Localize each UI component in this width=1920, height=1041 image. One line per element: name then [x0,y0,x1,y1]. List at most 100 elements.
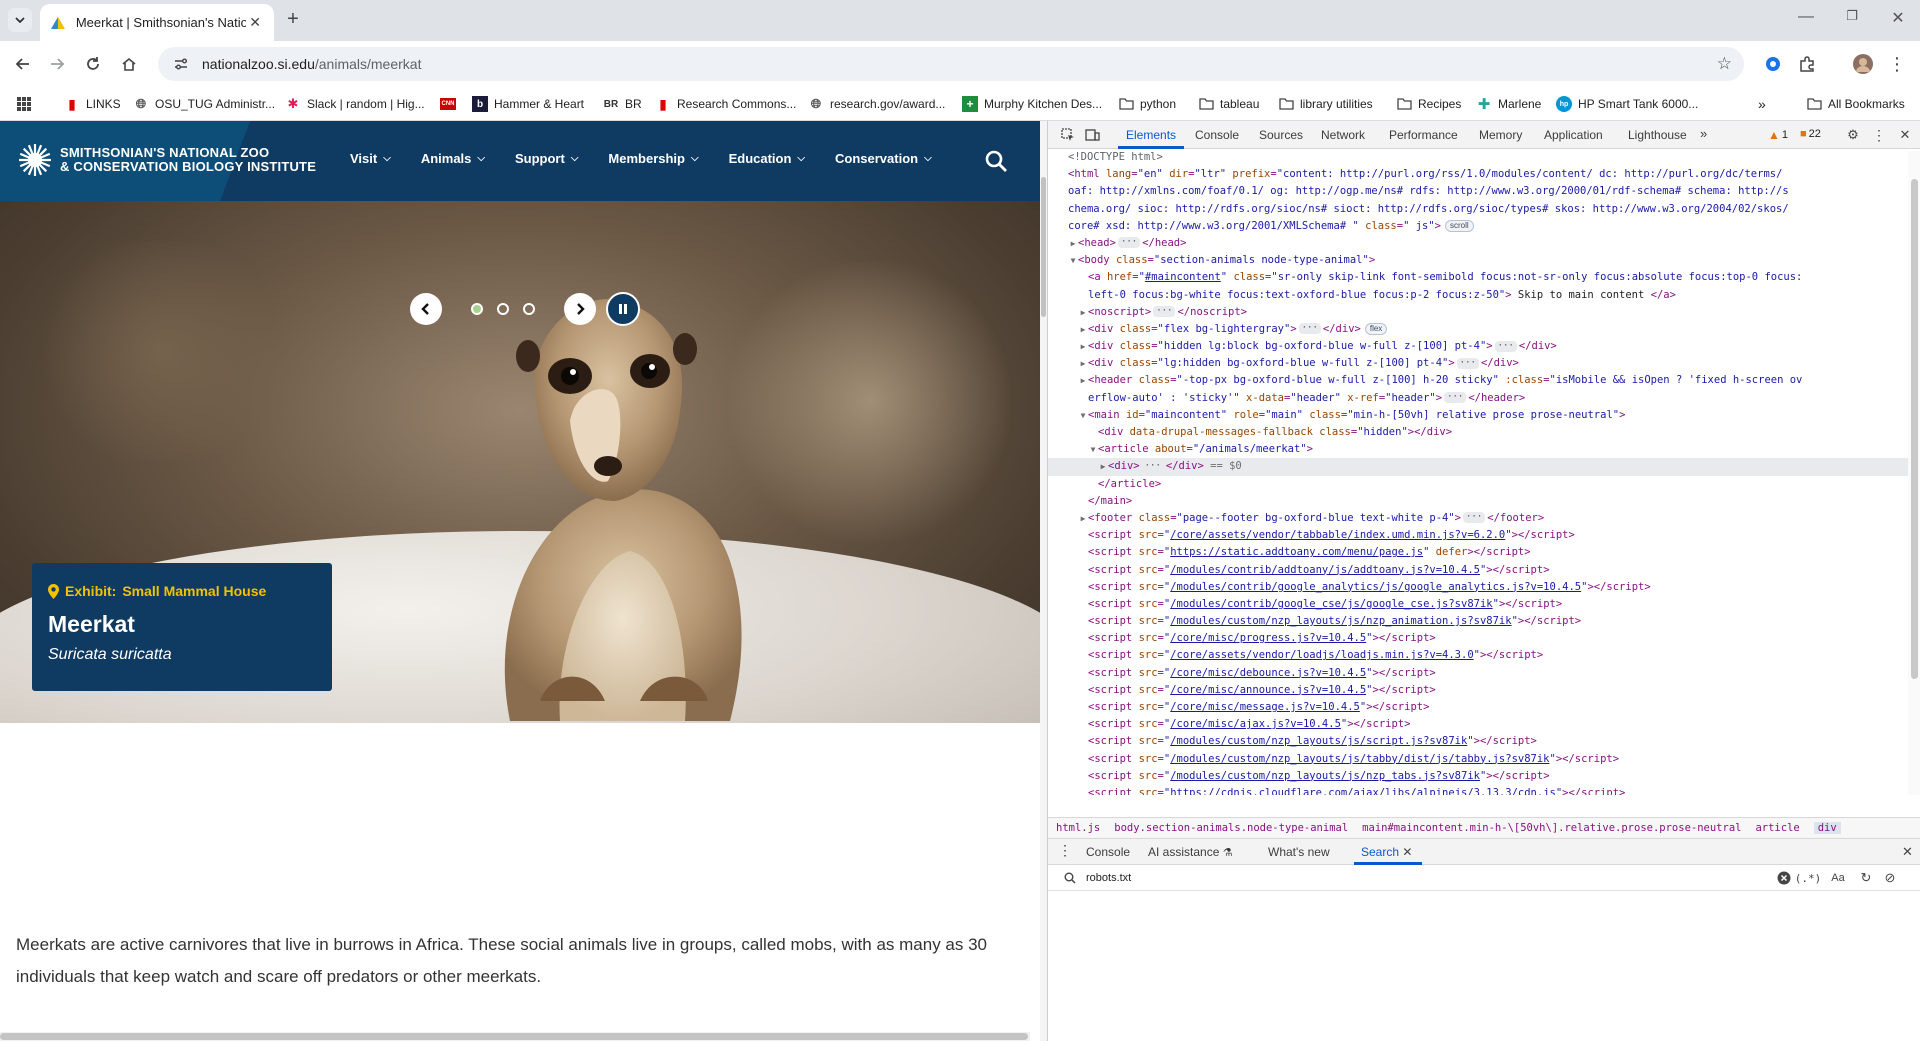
dom-node-script[interactable]: <script src="/core/misc/debounce.js?v=10… [1048,665,1908,682]
dom-node-script[interactable]: <script src="/core/assets/vendor/tabbabl… [1048,527,1908,544]
expand-triangle-icon[interactable]: ▶ [1078,338,1088,355]
expand-triangle-icon[interactable]: ▶ [1078,372,1088,389]
close-tab-icon[interactable]: ✕ [1402,845,1412,859]
expand-triangle-icon[interactable]: ▶ [1078,321,1088,338]
carousel-dot[interactable] [497,303,509,315]
bookmark-research-gov[interactable]: 🌐︎ research.gov/award... [808,95,946,113]
dom-node-script[interactable]: <script src="/modules/contrib/google_ana… [1048,579,1908,596]
exhibit-location[interactable]: Exhibit: Small Mammal House [48,583,316,599]
script-src-link[interactable]: /modules/custom/nzp_layouts/js/nzp_tabs.… [1170,770,1480,782]
apps-grid-icon[interactable] [16,95,32,113]
tab-sources[interactable]: Sources [1259,128,1303,142]
script-src-link[interactable]: https://cdnjs.cloudflare.com/ajax/libs/a… [1170,787,1556,795]
profile-avatar[interactable] [1852,53,1874,75]
dom-node-script[interactable]: <script src="/modules/custom/nzp_layouts… [1048,613,1908,630]
dom-node-head[interactable]: ▶ <head> ··· </head> [1048,235,1908,252]
restore-window-icon[interactable]: ❐ [1840,8,1864,24]
collapse-triangle-icon[interactable]: ▼ [1068,252,1078,269]
dom-node-script[interactable]: <script src="/core/misc/message.js?v=10.… [1048,699,1908,716]
script-src-link[interactable]: /core/assets/vendor/loadjs/loadjs.min.js… [1170,649,1473,661]
collapse-triangle-icon[interactable]: ▼ [1078,407,1088,424]
dom-node-script[interactable]: <script src="https://static.addtoany.com… [1048,544,1908,561]
expand-triangle-icon[interactable]: ▶ [1068,235,1078,252]
site-info-icon[interactable] [172,55,190,73]
dom-node-script[interactable]: <script src="/core/misc/progress.js?v=10… [1048,630,1908,647]
nav-conservation[interactable]: Conservation ⌵ [835,151,932,166]
script-src-link[interactable]: /modules/custom/nzp_layouts/js/script.js… [1170,735,1467,747]
breadcrumb-div[interactable]: div [1813,822,1841,834]
carousel-dot[interactable] [523,303,535,315]
minimize-window-icon[interactable]: — [1794,8,1818,26]
dom-node-script[interactable]: <script src="/core/assets/vendor/loadjs/… [1048,647,1908,664]
bookmark-folder-python[interactable]: python [1118,95,1176,113]
dom-node-header[interactable]: ▶ <header class="-top-px bg-oxford-blue w… [1048,372,1908,389]
carousel-pause-button[interactable] [606,292,640,326]
script-src-link[interactable]: /modules/custom/nzp_layouts/js/nzp_anima… [1170,615,1511,627]
devtools-scrollbar[interactable] [1908,151,1920,795]
nav-membership[interactable]: Membership ⌵ [608,151,698,166]
back-arrow-icon[interactable] [12,53,34,75]
dom-node-html[interactable]: <html lang="en" dir="ltr" prefix="conten… [1048,166,1908,183]
dom-node-div-flex[interactable]: ▶ <div class="flex bg-lightergray"> ··· </d… [1048,321,1908,338]
bookmark-hammer-heart[interactable]: b Hammer & Heart [472,95,584,113]
bookmark-murphy-kitchen[interactable]: + Murphy Kitchen Des... [962,95,1102,113]
dom-node-script[interactable]: <script src="/modules/custom/nzp_layouts… [1048,733,1908,750]
dom-node-noscript[interactable]: ▶ <noscript> ··· </noscript> [1048,304,1908,321]
bookmark-cnn[interactable]: CNN [440,95,462,113]
dom-node-messages[interactable]: <div data-drupal-messages-fallback class… [1048,424,1908,441]
breadcrumb-article[interactable]: article [1755,822,1799,834]
drawer-tab-search[interactable]: Search ✕ [1361,845,1412,859]
forward-arrow-icon[interactable] [46,53,68,75]
dom-node-script[interactable]: <script src="/modules/custom/nzp_layouts… [1048,751,1908,768]
ellipsis-icon[interactable]: ··· [1141,460,1164,472]
bookmarks-overflow-icon[interactable]: » [1758,95,1766,113]
dom-node-script[interactable]: <script src="/modules/contrib/addtoany/j… [1048,562,1908,579]
close-window-icon[interactable]: ✕ [1886,8,1910,28]
ellipsis-icon[interactable]: ··· [1494,340,1517,352]
ellipsis-icon[interactable]: ··· [1153,306,1176,318]
tab-application[interactable]: Application [1544,128,1603,142]
extensions-puzzle-icon[interactable] [1796,53,1818,75]
dom-node-doctype[interactable]: <!DOCTYPE html> [1048,149,1908,166]
tab-memory[interactable]: Memory [1479,128,1522,142]
dom-node-skip-link[interactable]: <a href="#maincontent" class="sr-only sk… [1048,269,1908,286]
ellipsis-icon[interactable]: ··· [1298,323,1321,335]
page-vertical-scrollbar[interactable] [1040,121,1047,1041]
dom-node-main[interactable]: ▼ <main id="maincontent" role="main" clas… [1048,407,1908,424]
script-src-link[interactable]: /core/misc/debounce.js?v=10.4.5 [1170,667,1366,679]
drawer-tab-console[interactable]: Console [1086,845,1130,859]
dom-node-footer[interactable]: ▶ <footer class="page--footer bg-oxford-b… [1048,510,1908,527]
bookmark-links[interactable]: ▮ LINKS [64,95,121,113]
address-bar[interactable]: nationalzoo.si.edu/animals/meerkat ☆ [158,47,1744,81]
nav-animals[interactable]: Animals ⌵ [421,151,485,166]
dom-node-script[interactable]: <script src="/modules/contrib/google_cse… [1048,596,1908,613]
script-src-link[interactable]: /modules/custom/nzp_layouts/js/tabby/dis… [1170,753,1549,765]
new-tab-icon[interactable]: + [282,9,304,31]
breadcrumb-body[interactable]: body.section-animals.node-type-animal [1114,822,1348,834]
nav-support[interactable]: Support ⌵ [515,151,578,166]
more-tabs-icon[interactable]: » [1700,126,1707,141]
bookmark-br[interactable]: BR BR [603,95,642,113]
bookmark-slack[interactable]: ✱ Slack | random | Hig... [285,95,425,113]
carousel-prev-button[interactable] [410,293,442,325]
issues-counter[interactable]: ■ 22 [1800,128,1821,140]
bookmark-folder-recipes[interactable]: Recipes [1396,95,1461,113]
drawer-tab-ai-assistance[interactable]: AI assistance ⚗ [1148,845,1233,859]
bookmark-folder-library-utilities[interactable]: library utilities [1278,95,1373,113]
drawer-tab-whats-new[interactable]: What's new [1268,845,1330,859]
expand-triangle-icon[interactable]: ▶ [1078,510,1088,527]
script-src-link[interactable]: /core/misc/message.js?v=10.4.5 [1170,701,1360,713]
carousel-next-button[interactable] [564,293,596,325]
device-toolbar-icon[interactable] [1084,127,1100,143]
nav-education[interactable]: Education ⌵ [729,151,805,166]
site-search-button[interactable] [984,149,1008,178]
clear-search-icon[interactable] [1776,870,1792,886]
script-src-link[interactable]: /modules/contrib/google_analytics/js/goo… [1170,581,1581,593]
close-drawer-icon[interactable]: ✕ [1902,844,1913,860]
close-devtools-icon[interactable]: ✕ [1897,127,1913,143]
nav-visit[interactable]: Visit ⌵ [350,151,391,166]
drawer-menu-icon[interactable]: ⋮ [1058,842,1072,859]
bookmark-marlene[interactable]: ✚ Marlene [1476,95,1542,113]
script-src-link[interactable]: /core/assets/vendor/tabbable/index.umd.m… [1170,529,1505,541]
ellipsis-icon[interactable]: ··· [1456,357,1479,369]
